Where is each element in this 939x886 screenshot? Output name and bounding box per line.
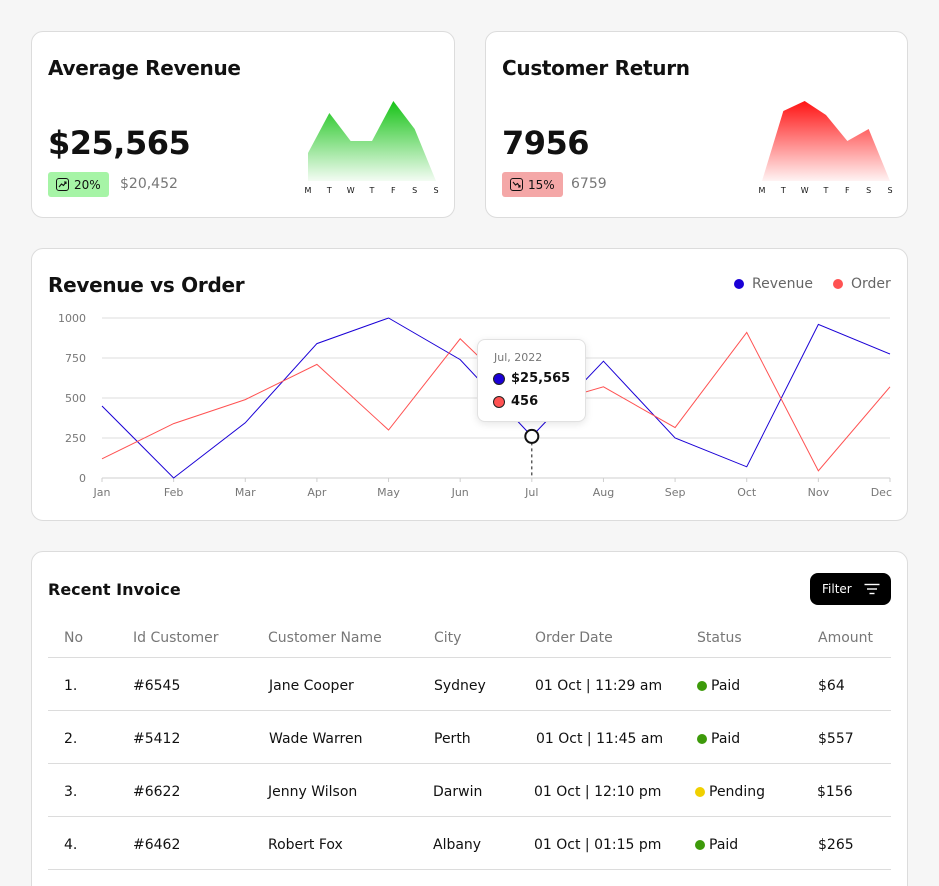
cell-city: Perth <box>434 731 471 747</box>
x-tick-label: Apr <box>307 486 327 499</box>
tooltip-order-value: 456 <box>511 394 539 409</box>
cell-amount: $156 <box>817 784 853 800</box>
x-tick-label: Jun <box>451 486 469 499</box>
cell-id: #6462 <box>133 837 181 853</box>
tooltip-order-row: 456 <box>493 394 538 409</box>
invoice-title: Recent Invoice <box>48 580 181 599</box>
filter-icon <box>864 583 880 595</box>
status-label: Paid <box>711 678 741 694</box>
cell-no: 2. <box>64 731 78 747</box>
cell-name: Wade Warren <box>269 731 363 747</box>
cell-amount: $64 <box>818 678 845 694</box>
filter-button-label: Filter <box>822 582 852 596</box>
x-tick-label: Aug <box>593 486 614 499</box>
cell-id: #6545 <box>133 678 181 694</box>
cell-date: 01 Oct | 01:15 pm <box>534 837 662 853</box>
y-tick-label: 0 <box>79 472 86 485</box>
table-row[interactable]: 3. #6622 Jenny Wilson Darwin 01 Oct | 12… <box>48 764 891 817</box>
cell-no: 3. <box>64 784 78 800</box>
status-dot <box>695 787 705 797</box>
cell-no: 1. <box>64 678 78 694</box>
row-divider <box>48 869 891 870</box>
hover-point[interactable] <box>524 428 540 444</box>
cell-amount: $265 <box>818 837 854 853</box>
line-chart[interactable]: 0 250 500 750 1000 Jan Feb Mar Apr May Jun Jul Aug Se… <box>0 0 939 521</box>
x-tick-label: Sep <box>665 486 686 499</box>
cell-date: 01 Oct | 12:10 pm <box>534 784 662 800</box>
cell-status: Pending <box>695 784 765 800</box>
column-header-status[interactable]: Status <box>697 630 742 646</box>
table-row[interactable]: 4. #6462 Robert Fox Albany 01 Oct | 01:1… <box>48 817 891 870</box>
y-tick-label: 750 <box>65 352 86 365</box>
cell-name: Jenny Wilson <box>268 784 358 800</box>
table-row[interactable]: 2. #5412 Wade Warren Perth 01 Oct | 11:4… <box>48 711 891 764</box>
status-label: Paid <box>711 731 741 747</box>
recent-invoice-card: Recent Invoice Filter No Id Customer Cus… <box>31 551 908 886</box>
column-header-id-customer[interactable]: Id Customer <box>133 630 218 646</box>
column-header-city[interactable]: City <box>434 630 461 646</box>
column-header-amount[interactable]: Amount <box>818 630 873 646</box>
cell-city: Sydney <box>434 678 486 694</box>
status-dot <box>697 681 707 691</box>
chart-tooltip: Jul, 2022 $25,565 456 <box>477 339 586 422</box>
cell-city: Darwin <box>433 784 483 800</box>
cell-no: 4. <box>64 837 78 853</box>
x-tick-label: Feb <box>164 486 183 499</box>
tooltip-revenue-dot <box>493 372 505 385</box>
cell-name: Jane Cooper <box>269 678 354 694</box>
x-tick-label: May <box>377 486 400 499</box>
cell-date: 01 Oct | 11:29 am <box>535 678 663 694</box>
cell-status: Paid <box>697 678 740 694</box>
tooltip-order-dot <box>493 395 505 408</box>
cell-date: 01 Oct | 11:45 am <box>536 731 664 747</box>
x-tick-label: Dec <box>871 486 892 499</box>
column-header-customer-name[interactable]: Customer Name <box>268 630 382 646</box>
column-header-no[interactable]: No <box>64 630 83 646</box>
cell-amount: $557 <box>818 731 854 747</box>
status-dot <box>695 840 705 850</box>
column-header-order-date[interactable]: Order Date <box>535 630 613 646</box>
x-tick-label: Jan <box>93 486 111 499</box>
cell-status: Paid <box>697 731 740 747</box>
status-label: Paid <box>709 837 739 853</box>
status-label: Pending <box>709 784 765 800</box>
cell-name: Robert Fox <box>268 837 343 853</box>
x-tick-label: Oct <box>737 486 757 499</box>
filter-button[interactable]: Filter <box>810 573 891 605</box>
x-tick-label: Nov <box>808 486 830 499</box>
x-tick-label: Jul <box>524 486 538 499</box>
cell-status: Paid <box>695 837 738 853</box>
y-tick-label: 250 <box>65 432 86 445</box>
y-tick-label: 500 <box>65 392 86 405</box>
table-row[interactable]: 1. #6545 Jane Cooper Sydney 01 Oct | 11:… <box>48 658 891 711</box>
tooltip-revenue-value: $25,565 <box>511 371 571 386</box>
status-dot <box>697 734 707 744</box>
cell-id: #6622 <box>133 784 181 800</box>
x-tick-label: Mar <box>235 486 256 499</box>
cell-id: #5412 <box>133 731 181 747</box>
y-tick-label: 1000 <box>58 312 86 325</box>
cell-city: Albany <box>433 837 482 853</box>
tooltip-date: Jul, 2022 <box>494 351 543 364</box>
tooltip-revenue-row: $25,565 <box>493 371 570 386</box>
